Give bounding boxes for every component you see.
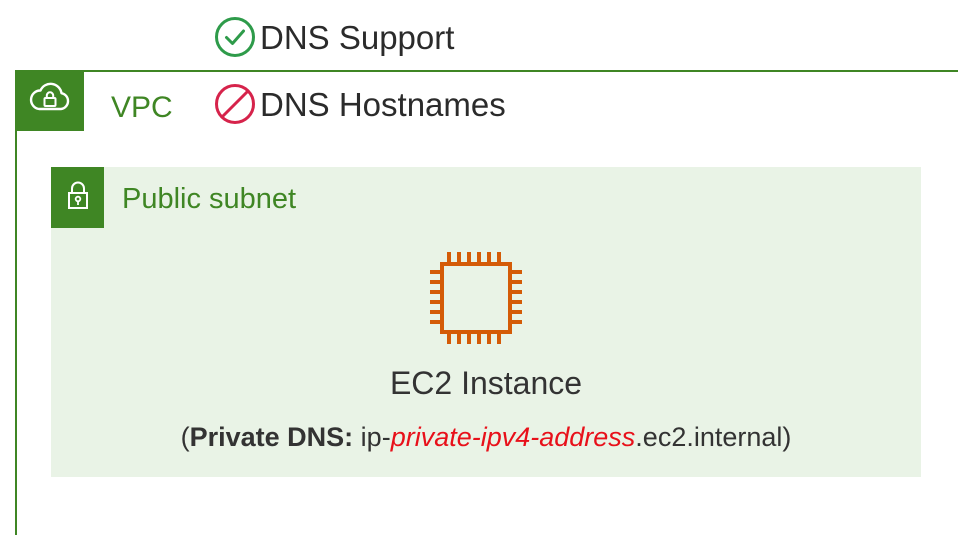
dns-variable: private-ipv4-address [390, 422, 636, 452]
ec2-instance-title: EC2 Instance [389, 365, 583, 401]
dns-close-paren: ) [782, 422, 792, 452]
vpc-label: VPC [111, 91, 173, 124]
dns-suffix: .ec2.internal [635, 422, 783, 452]
check-circle-icon [214, 16, 256, 58]
private-dns-label: Private DNS: [189, 422, 354, 452]
subnet-label: Public subnet [122, 183, 297, 215]
vpc-border-top [15, 70, 958, 72]
lock-icon [67, 180, 89, 215]
prohibited-icon [214, 83, 256, 125]
vpc-icon-box [15, 70, 84, 131]
dns-hostnames-label: DNS Hostnames [260, 85, 506, 123]
cloud-lock-icon [28, 81, 72, 120]
dns-prefix: ip- [353, 422, 391, 452]
vpc-border-left [15, 70, 17, 535]
ec2-private-dns: (Private DNS: ip-private-ipv4-address.ec… [51, 424, 921, 451]
dns-support-option: DNS Support [214, 12, 454, 62]
dns-support-label: DNS Support [260, 18, 455, 56]
ec2-chip-icon [426, 248, 526, 353]
dns-hostnames-option: DNS Hostnames [214, 79, 506, 129]
dns-open-paren: ( [180, 422, 190, 452]
subnet-icon-box [51, 167, 104, 228]
